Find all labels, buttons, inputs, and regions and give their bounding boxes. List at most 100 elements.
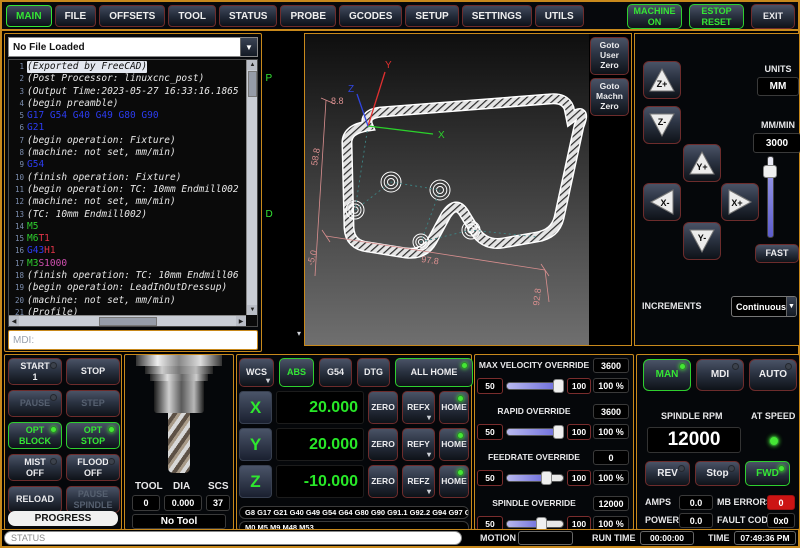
jog-z-plus-button[interactable]: Z+ <box>643 61 681 99</box>
home-z-button[interactable]: HOME <box>439 465 469 498</box>
home-y-button[interactable]: HOME <box>439 428 469 461</box>
view-button-minus[interactable]: - <box>266 277 303 305</box>
gcode-viewer[interactable]: 1(Exported by FreeCAD)2(Post Processor: … <box>8 59 258 327</box>
max-velocity-override-min-button[interactable]: 50 <box>477 378 503 394</box>
tab-setup[interactable]: SETUP <box>405 5 458 27</box>
dtg-button[interactable]: DTG <box>357 358 390 387</box>
chevron-down-icon[interactable]: ▼ <box>240 38 257 56</box>
reload-button[interactable]: RELOAD <box>8 486 62 513</box>
rapid-override-slider[interactable] <box>506 428 564 436</box>
view-buttons-column: User View▾PXYZD+-C <box>264 35 304 339</box>
view-button-user-view[interactable]: User View▾ <box>266 35 303 67</box>
tab-gcodes[interactable]: GCODES <box>339 5 402 27</box>
view-button-d[interactable]: D <box>266 209 303 237</box>
stop-button[interactable]: STOP <box>66 358 120 385</box>
fast-button[interactable]: FAST <box>755 244 799 263</box>
jog-speed-slider[interactable] <box>763 156 777 238</box>
exit-button[interactable]: EXIT <box>751 4 795 29</box>
zero-x-button[interactable]: ZERO <box>368 391 398 424</box>
max-velocity-override-max-button[interactable]: 100 <box>567 378 591 394</box>
auto-mode-button[interactable]: AUTO <box>749 359 797 391</box>
spindle-fwd-button[interactable]: FWD <box>745 461 790 486</box>
man-mode-button[interactable]: MAN <box>643 359 691 391</box>
refy-button[interactable]: REFY▾ <box>402 428 435 461</box>
opt-block-button[interactable]: OPT BLOCK <box>8 422 62 449</box>
step-button[interactable]: STEP <box>66 390 120 417</box>
jog-y-plus-button[interactable]: Y+ <box>683 144 721 182</box>
view-button-z[interactable]: Z <box>266 175 303 203</box>
estop-reset-button[interactable]: ESTOP RESET <box>689 4 744 29</box>
view-button-p[interactable]: P <box>266 73 303 101</box>
gcode-line-number: 20 <box>9 295 24 307</box>
view-button-x[interactable]: X <box>266 107 303 135</box>
flood-button[interactable]: FLOOD OFF <box>66 454 120 481</box>
tab-main[interactable]: MAIN <box>6 5 52 27</box>
rev-led <box>678 465 685 472</box>
start-button[interactable]: START 1 <box>8 358 62 385</box>
tab-probe[interactable]: PROBE <box>280 5 336 27</box>
tab-status[interactable]: STATUS <box>219 5 278 27</box>
tab-settings[interactable]: SETTINGS <box>462 5 532 27</box>
mist-button[interactable]: MIST OFF <box>8 454 62 481</box>
scroll-right-icon[interactable]: ▶ <box>236 316 246 327</box>
g54-button[interactable]: G54 <box>319 358 352 387</box>
feedrate-override-slider[interactable] <box>506 474 564 482</box>
jog-y-minus-button[interactable]: Y- <box>683 222 721 260</box>
max-velocity-override-slider-thumb[interactable] <box>553 379 564 393</box>
tab-utils[interactable]: UTILS <box>535 5 584 27</box>
feedrate-override-min-button[interactable]: 50 <box>477 470 503 486</box>
view-button-label: User View <box>266 35 285 55</box>
run-time-value: 00:00:00 <box>640 531 694 545</box>
pause-button[interactable]: PAUSE <box>8 390 62 417</box>
spindle-rev-button[interactable]: REV <box>645 461 690 486</box>
status-message-field[interactable]: STATUS <box>4 531 462 545</box>
opt-stop-button[interactable]: OPT STOP <box>66 422 120 449</box>
backplot-viewport[interactable]: X Y Z 8.8 58.8 97.8 92.8 -5.0 <box>305 34 589 345</box>
jog-z-minus-button[interactable]: Z- <box>643 106 681 144</box>
goto-user-zero-button[interactable]: Goto User Zero <box>590 37 629 75</box>
wcs-button[interactable]: WCS▾ <box>239 358 274 387</box>
abs-button[interactable]: ABS <box>279 358 314 387</box>
gcode-token: (machine: not set, mm/min) <box>27 147 176 159</box>
tab-file[interactable]: FILE <box>55 5 97 27</box>
feedrate-override-slider-thumb[interactable] <box>541 471 552 485</box>
tab-tool[interactable]: TOOL <box>168 5 216 27</box>
home-x-button[interactable]: HOME <box>439 391 469 424</box>
spindle-override-slider[interactable] <box>506 520 564 528</box>
feedrate-override-max-button[interactable]: 100 <box>567 470 591 486</box>
pause-spindle-button[interactable]: PAUSE SPINDLE <box>66 486 120 513</box>
spindle-stop-button[interactable]: Stop <box>695 461 740 486</box>
horizontal-scroll-thumb[interactable] <box>99 317 157 326</box>
rapid-override-min-button[interactable]: 50 <box>477 424 503 440</box>
refz-button[interactable]: REFZ▾ <box>402 465 435 498</box>
scroll-up-icon[interactable]: ▲ <box>247 60 258 70</box>
jog-x-plus-button[interactable]: X+ <box>721 183 759 221</box>
max-velocity-override-slider[interactable] <box>506 382 564 390</box>
jog-slider-thumb[interactable] <box>763 165 777 178</box>
rapid-override-slider-thumb[interactable] <box>553 425 564 439</box>
jog-x-minus-button[interactable]: X- <box>643 183 681 221</box>
refx-button[interactable]: REFX▾ <box>402 391 435 424</box>
vertical-scroll-thumb[interactable] <box>248 71 257 97</box>
increments-combo[interactable]: Continuous ▼ <box>731 296 797 317</box>
view-button-y[interactable]: Y <box>266 141 303 169</box>
vertical-scrollbar[interactable]: ▲ ▼ <box>246 60 257 315</box>
chevron-down-icon[interactable]: ▼ <box>786 297 796 316</box>
file-combo[interactable]: No File Loaded ▼ <box>8 37 258 57</box>
view-button-plus[interactable]: + <box>266 243 303 271</box>
scroll-left-icon[interactable]: ◀ <box>9 316 19 327</box>
time-value: 07:49:36 PM <box>734 531 796 545</box>
zero-y-button[interactable]: ZERO <box>368 428 398 461</box>
axis-z-label: Z <box>348 84 354 95</box>
rapid-override-max-button[interactable]: 100 <box>567 424 591 440</box>
mdi-input[interactable]: MDI: <box>8 330 258 350</box>
all-home-button[interactable]: ALL HOME <box>395 358 473 387</box>
mdi-mode-button[interactable]: MDI <box>696 359 744 391</box>
motion-value <box>518 531 573 545</box>
goto-machine-zero-button[interactable]: Goto Machn Zero <box>590 78 629 116</box>
machine-on-button[interactable]: MACHINE ON <box>627 4 682 29</box>
scroll-down-icon[interactable]: ▼ <box>247 305 258 315</box>
horizontal-scrollbar[interactable]: ◀ ▶ <box>9 315 246 326</box>
tab-offsets[interactable]: OFFSETS <box>99 5 165 27</box>
zero-z-button[interactable]: ZERO <box>368 465 398 498</box>
